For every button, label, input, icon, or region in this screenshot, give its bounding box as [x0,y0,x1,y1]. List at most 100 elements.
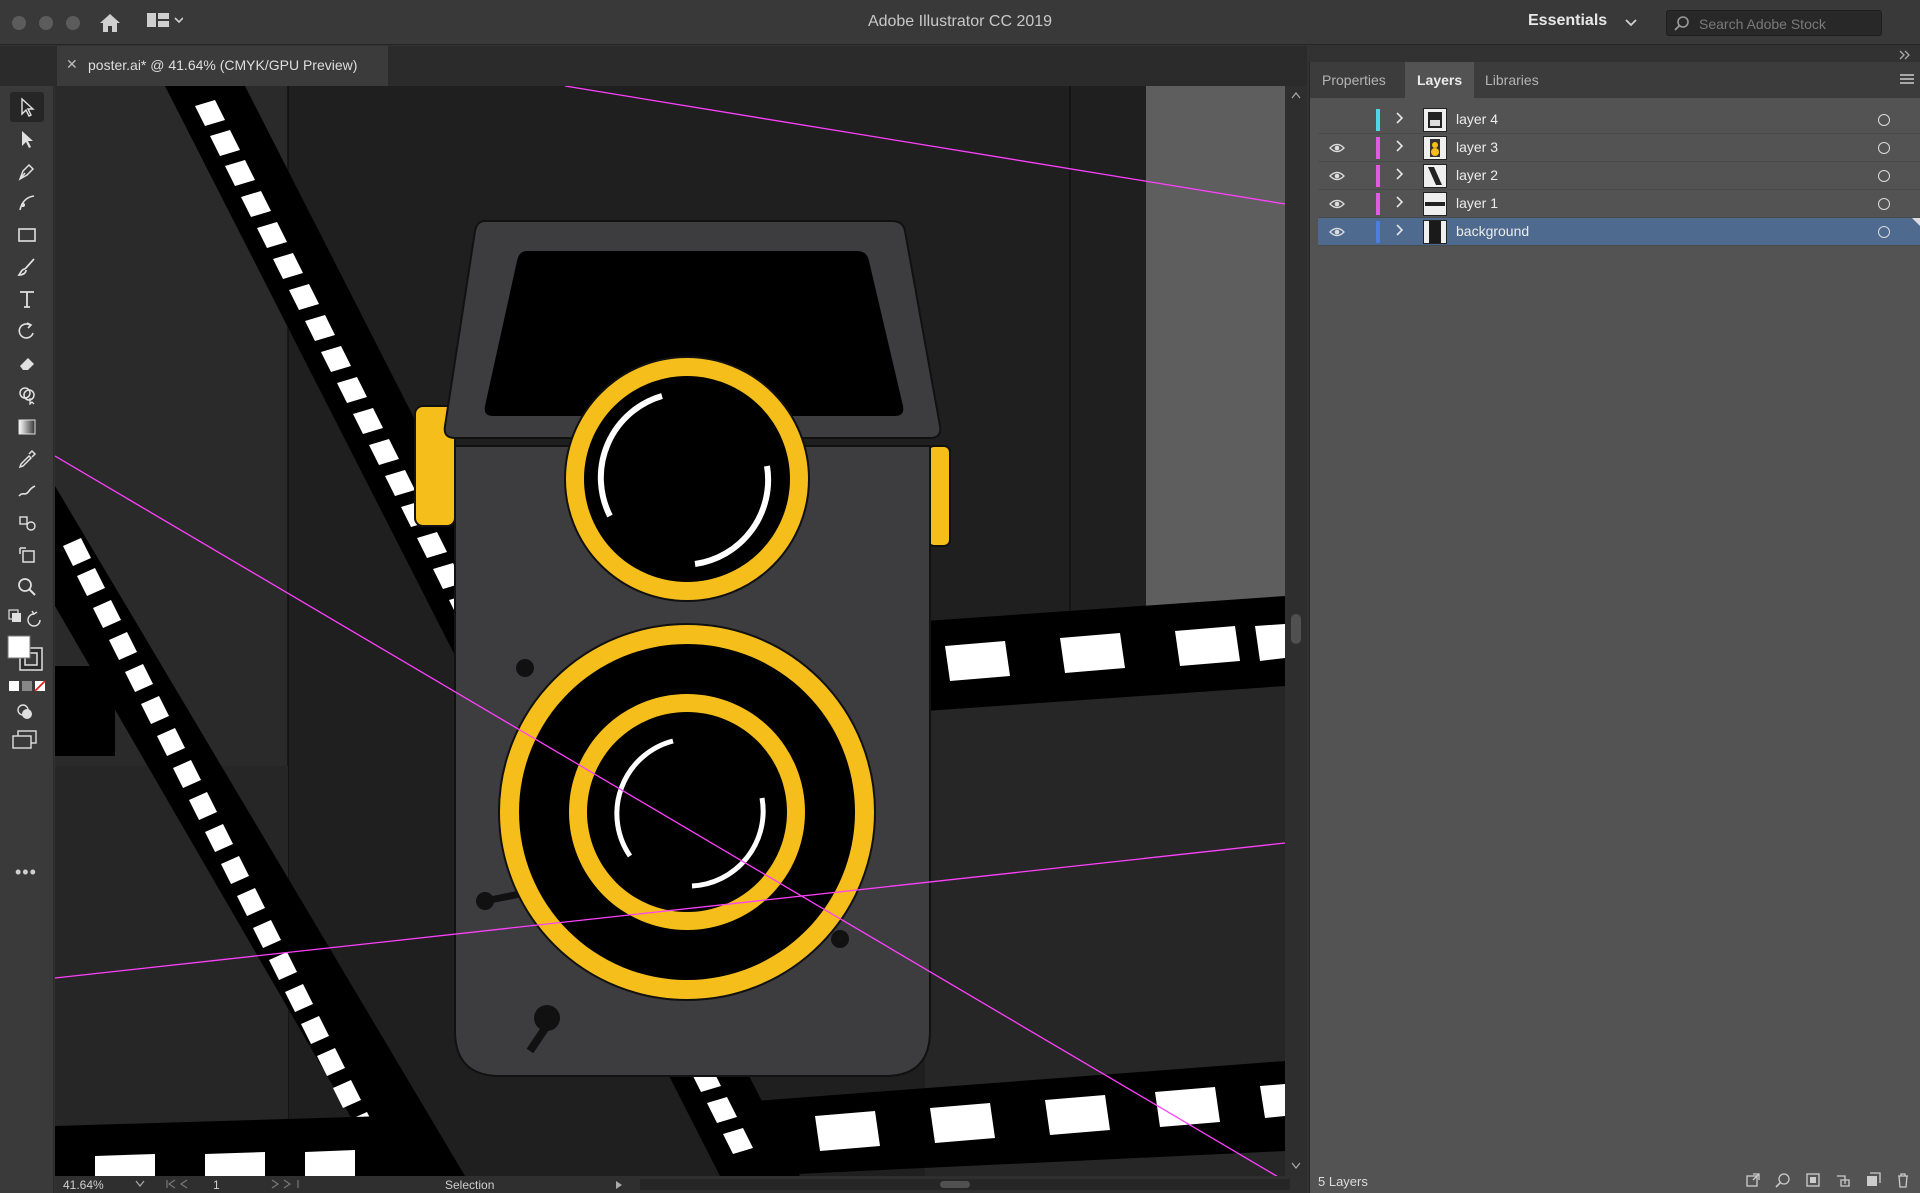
layer-name[interactable]: layer 3 [1456,139,1498,155]
blend-icon [18,485,36,497]
screen-mode-icon[interactable] [12,730,38,752]
scroll-up-icon[interactable] [1291,91,1301,99]
status-bar: 41.64% 1 Selection [55,1176,1307,1193]
layers-panel: Properties Layers Libraries layer 4 laye… [1309,62,1920,1193]
layer-row[interactable]: background [1318,218,1920,246]
eye-icon[interactable] [1329,170,1345,182]
zoom-dropdown-icon[interactable] [135,1180,145,1188]
artwork [55,86,1285,1176]
drawing-mode-icon[interactable] [15,702,37,722]
paintbrush-tool[interactable] [10,252,44,282]
tab-layers[interactable]: Layers [1405,62,1475,98]
workspace-switcher[interactable]: Essentials [1528,12,1607,30]
layer-color-strip [1376,137,1380,159]
layer-target-icon[interactable] [1878,114,1890,126]
layers-panel-footer: 5 Layers [1310,1168,1920,1193]
close-icon[interactable]: ✕ [66,56,78,73]
panel-menu-icon[interactable] [1899,73,1915,85]
paintbrush-icon [17,258,35,276]
rectangle-tool[interactable] [10,220,44,250]
eyedropper-tool[interactable] [10,444,44,474]
trash-icon[interactable] [1895,1172,1911,1188]
vertical-scrollbar[interactable] [1285,86,1307,1176]
illustrator-window: Adobe Illustrator CC 2019 Essentials Sea… [0,0,1920,1193]
layer-row[interactable]: layer 3 [1318,134,1920,162]
layer-thumbnail [1423,192,1447,216]
status-tool-name[interactable]: Selection [445,1178,494,1192]
blend-tool[interactable] [10,476,44,506]
canvas[interactable] [55,86,1285,1176]
layer-target-icon[interactable] [1878,170,1890,182]
pen-icon [18,163,35,181]
rotate-tool[interactable] [10,316,44,346]
direct-selection-tool[interactable] [10,124,44,154]
symbol-sprayer-tool[interactable] [10,508,44,538]
fill-stroke-swatch[interactable] [6,634,46,674]
horizontal-scrollbar[interactable] [640,1179,1290,1190]
pen-tool[interactable] [10,156,44,186]
clipping-mask-icon[interactable] [1805,1172,1821,1188]
shape-builder-tool[interactable] [10,380,44,410]
export-icon[interactable] [1745,1172,1761,1188]
chevron-down-icon[interactable] [1624,16,1638,30]
color-mode-icons[interactable] [8,680,48,692]
rectangle-icon [18,228,36,242]
eye-icon[interactable] [1329,198,1345,210]
eye-icon[interactable] [1329,226,1345,238]
more-tools-icon[interactable]: ••• [15,862,37,883]
eraser-tool[interactable] [10,348,44,378]
tab-libraries[interactable]: Libraries [1473,62,1551,98]
search-input[interactable]: Search Adobe Stock [1699,16,1826,32]
layer-thumbnail [1423,108,1447,132]
layer-name[interactable]: layer 2 [1456,167,1498,183]
zoom-tool[interactable] [10,572,44,602]
layer-target-icon[interactable] [1878,226,1890,238]
locate-object-icon[interactable] [1775,1172,1791,1188]
adobe-stock-search[interactable]: Search Adobe Stock [1666,10,1882,36]
gradient-tool[interactable] [10,412,44,442]
layer-count: 5 Layers [1318,1174,1368,1189]
type-tool[interactable] [10,284,44,314]
curvature-tool[interactable] [10,188,44,218]
search-icon [1674,16,1689,31]
layer-row[interactable]: layer 2 [1318,162,1920,190]
artboard-nav-prev-icon[interactable] [165,1179,205,1189]
new-layer-icon[interactable] [1865,1172,1881,1188]
artboard-nav-next-icon[interactable] [270,1179,310,1189]
layer-target-icon[interactable] [1878,142,1890,154]
collapse-panels-icon[interactable] [1899,50,1911,60]
horizontal-scroll-thumb[interactable] [940,1181,970,1188]
chevron-right-icon[interactable] [1395,195,1405,209]
gradient-icon [18,419,36,435]
swap-colors-icon[interactable] [8,608,46,628]
chevron-right-icon[interactable] [1395,111,1405,125]
chevron-right-icon[interactable] [1395,223,1405,237]
layer-target-icon[interactable] [1878,198,1890,210]
layer-name[interactable]: layer 4 [1456,111,1498,127]
layer-name[interactable]: background [1456,223,1529,239]
artboard-number[interactable]: 1 [213,1178,220,1192]
panel-tab-bar: Properties Layers Libraries [1310,62,1920,98]
chevron-right-icon[interactable] [1395,167,1405,181]
tab-properties[interactable]: Properties [1310,62,1398,98]
document-tab[interactable]: ✕ poster.ai* @ 41.64% (CMYK/GPU Preview) [57,46,388,86]
zoom-level[interactable]: 41.64% [63,1178,104,1192]
title-bar: Adobe Illustrator CC 2019 Essentials Sea… [0,0,1920,60]
eye-icon[interactable] [1329,142,1345,154]
new-sublayer-icon[interactable] [1835,1172,1851,1188]
selection-tool[interactable] [10,92,44,122]
zoom-icon [18,578,36,596]
scroll-down-icon[interactable] [1291,1162,1301,1170]
symbol-sprayer-icon [19,516,36,531]
layer-row[interactable]: layer 1 [1318,190,1920,218]
layer-row[interactable]: layer 4 [1318,106,1920,134]
chevron-right-icon[interactable] [1395,139,1405,153]
selection-arrow-icon [21,97,35,117]
vertical-scroll-thumb[interactable] [1291,614,1301,644]
layer-name[interactable]: layer 1 [1456,195,1498,211]
artboard-tool[interactable] [10,540,44,570]
selection-indicator-icon [1912,218,1920,226]
status-menu-icon[interactable] [615,1180,623,1190]
camera-illustration [414,220,951,1077]
layer-color-strip [1376,193,1380,215]
